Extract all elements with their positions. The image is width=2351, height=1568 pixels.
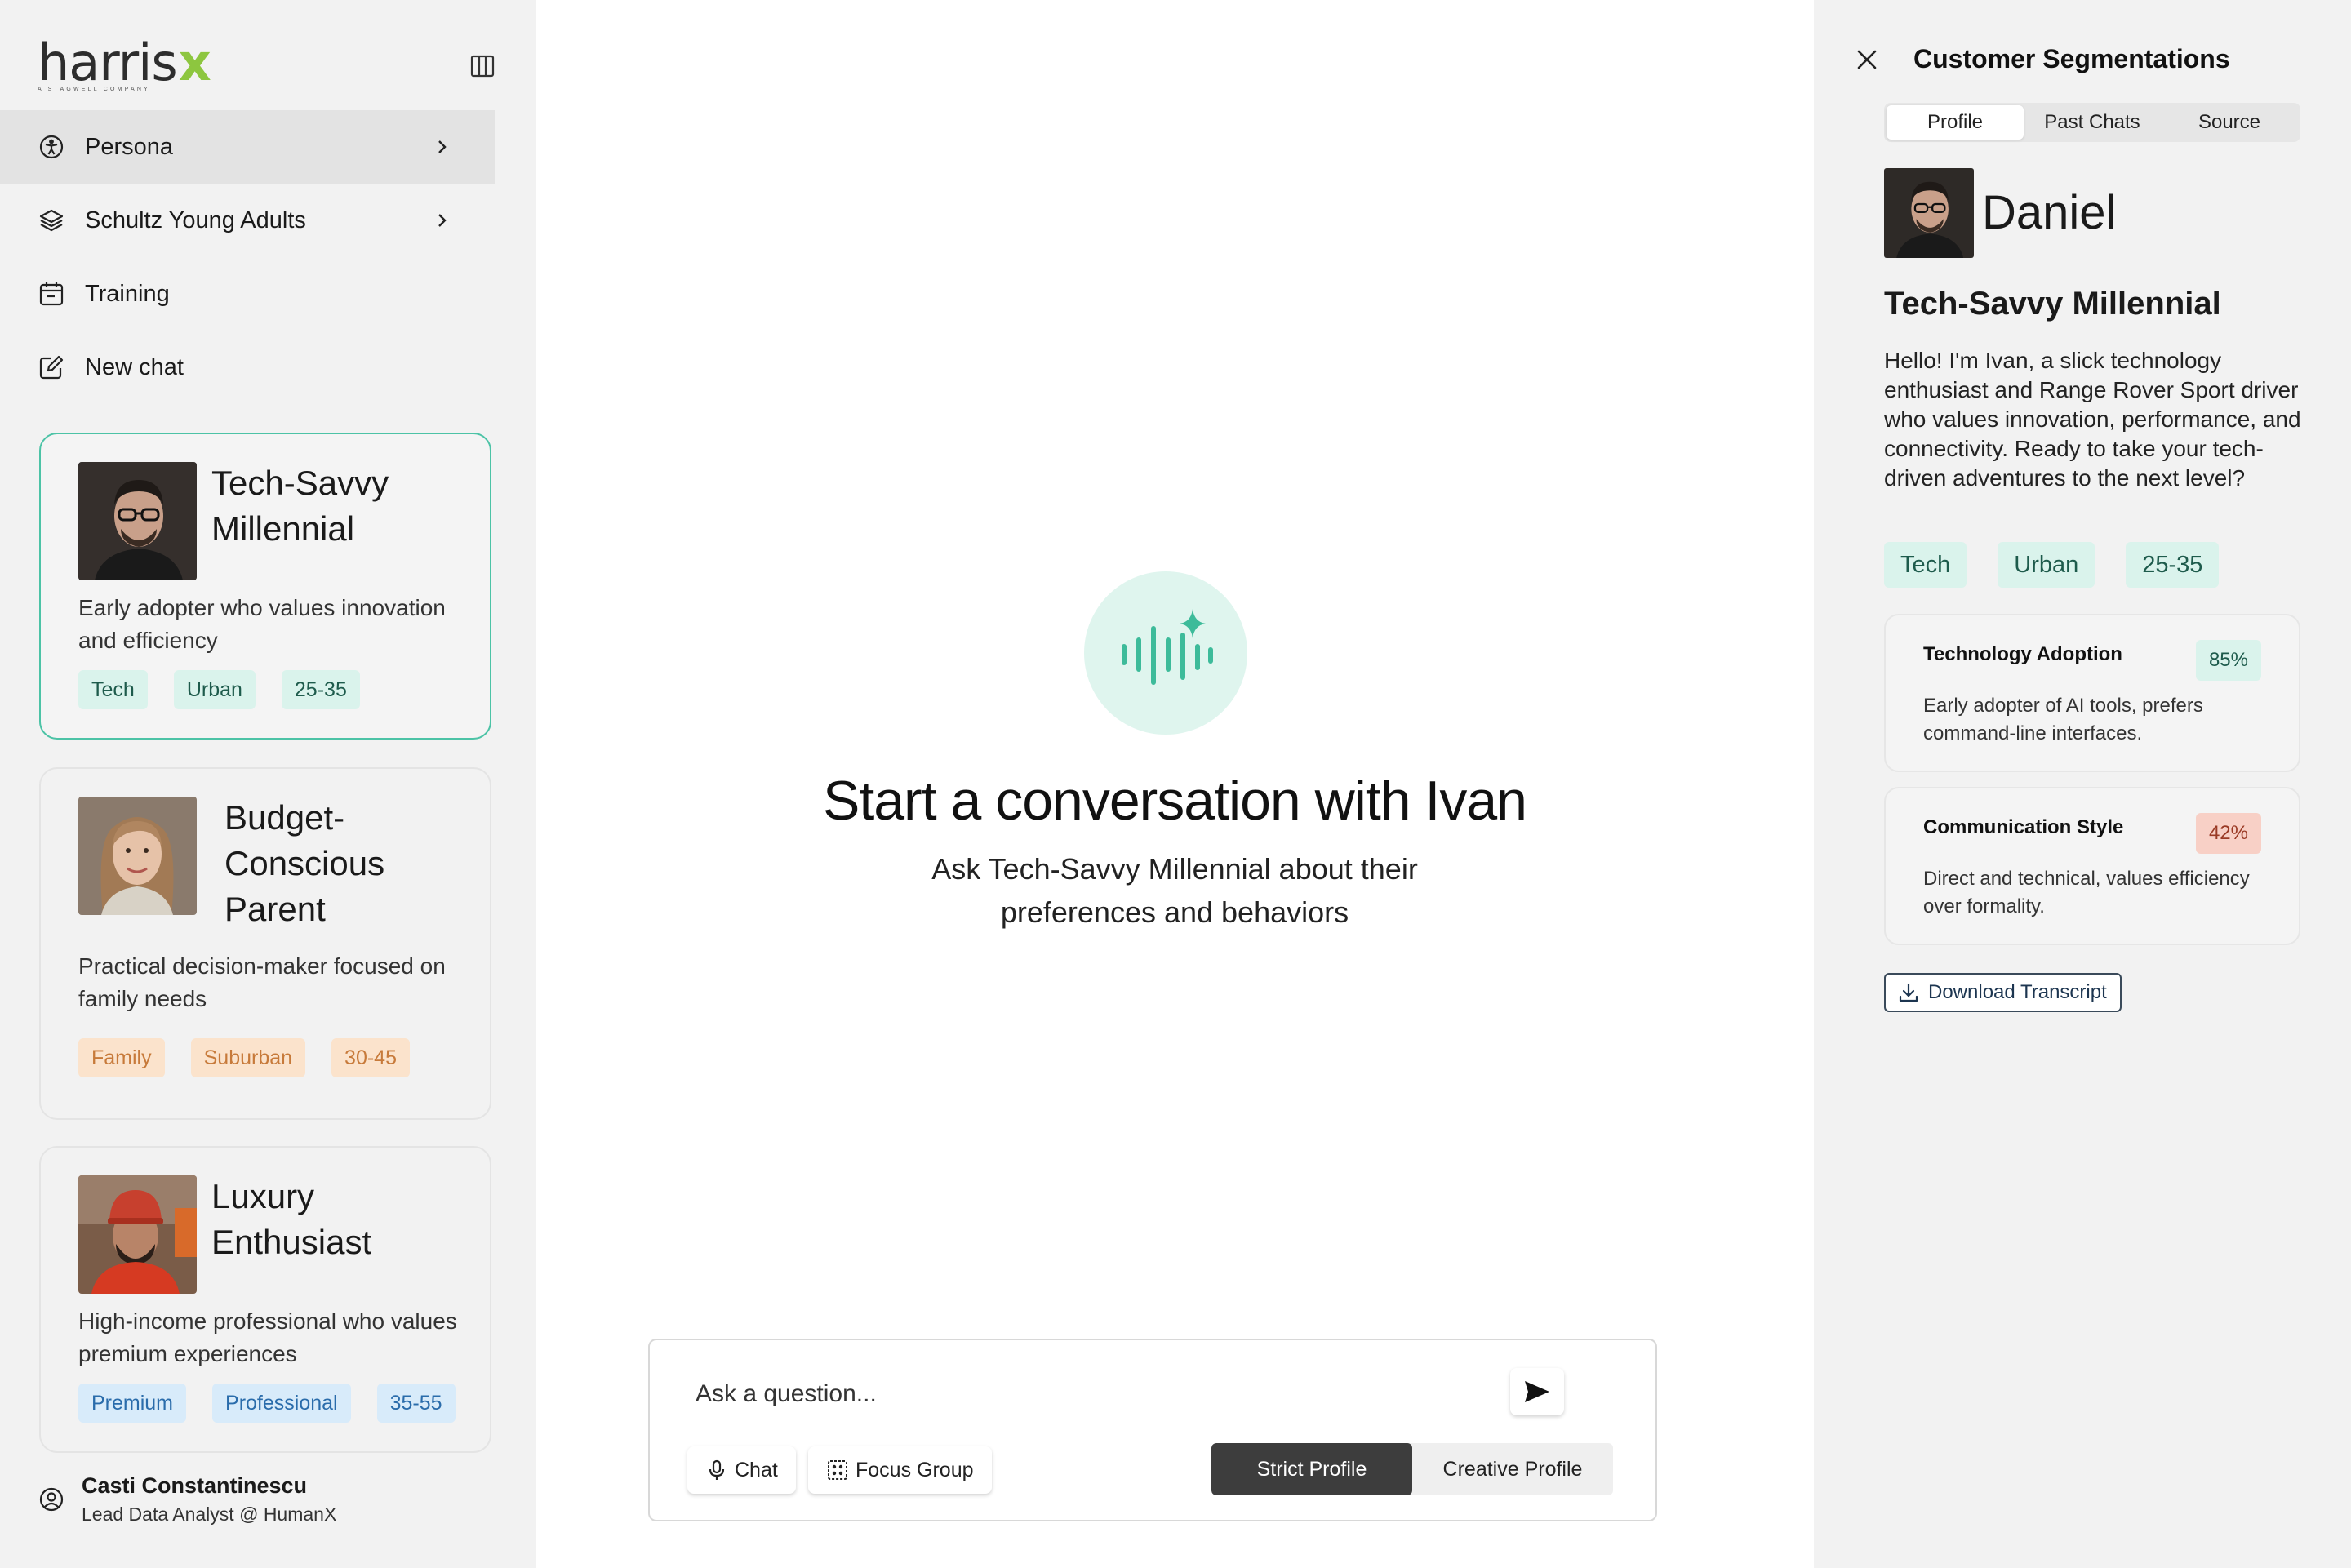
- persona-card-budget-conscious-parent[interactable]: Budget- Conscious Parent Practical decis…: [39, 767, 491, 1120]
- sidebar-item-training[interactable]: Training: [0, 257, 495, 331]
- persona-title: Budget- Conscious Parent: [224, 798, 385, 928]
- user-profile[interactable]: Casti Constantinescu Lead Data Analyst @…: [38, 1471, 336, 1528]
- persona-tags: Premium Professional 35-55: [78, 1384, 490, 1423]
- layers-icon: [38, 207, 65, 234]
- profile-name: Daniel: [1982, 186, 2117, 239]
- metric-value-badge: 42%: [2195, 813, 2261, 854]
- logo-text: harris: [38, 33, 178, 92]
- sidebar-panel-icon: [470, 55, 495, 78]
- persona-photo: [78, 1175, 197, 1294]
- sidebar-item-label: New chat: [85, 353, 184, 380]
- persona-title: Luxury Enthusiast: [211, 1177, 372, 1261]
- persona-tag: 30-45: [331, 1038, 410, 1077]
- tab-source[interactable]: Source: [2161, 105, 2298, 140]
- profile-persona-title: Tech-Savvy Millennial: [1884, 286, 2221, 322]
- chat-mode-button[interactable]: Chat: [687, 1446, 796, 1494]
- customer-segmentation-panel: Customer Segmentations Profile Past Chat…: [1814, 0, 2351, 1568]
- persona-tag: Urban: [173, 670, 256, 709]
- sidebar-item-persona[interactable]: Persona: [0, 110, 495, 184]
- download-icon: [1897, 981, 1920, 1004]
- metric-card-technology-adoption: Technology Adoption 85% Early adopter of…: [1884, 614, 2300, 772]
- creative-profile-option[interactable]: Creative Profile: [1412, 1443, 1613, 1495]
- logo-x: x: [178, 33, 211, 92]
- edit-icon: [38, 353, 65, 381]
- persona-description: Practical decision-maker focused on fami…: [78, 953, 446, 1011]
- persona-tag: Professional: [212, 1384, 351, 1423]
- user-circle-icon: [38, 1486, 65, 1513]
- download-transcript-button[interactable]: Download Transcript: [1884, 973, 2122, 1012]
- profile-tag: Urban: [1998, 542, 2095, 588]
- profile-bio: Hello! I'm Ivan, a slick technology enth…: [1884, 348, 2301, 491]
- sidebar-nav: Persona Schultz Young Adults Training Ne…: [0, 110, 495, 404]
- conversation-title: Start a conversation with Ivan: [822, 770, 1527, 832]
- question-input[interactable]: [696, 1378, 1495, 1410]
- profile-tag: Tech: [1884, 542, 1967, 588]
- sidebar-toggle-button[interactable]: [467, 52, 498, 80]
- sidebar-item-label: Schultz Young Adults: [85, 207, 306, 233]
- close-icon: [1857, 50, 1877, 69]
- panel-title: Customer Segmentations: [1913, 44, 2230, 73]
- persona-tag: Tech: [78, 670, 148, 709]
- profile-mode-toggle: Strict Profile Creative Profile: [1211, 1443, 1613, 1495]
- metric-description: Direct and technical, values efficiency …: [1923, 868, 2250, 917]
- panel-tabs: Profile Past Chats Source: [1884, 103, 2300, 142]
- persona-tag: Family: [78, 1038, 165, 1077]
- calendar-icon: [38, 280, 65, 308]
- app-root: harris x A STAGWELL COMPANY Persona Schu…: [0, 0, 2351, 1568]
- persona-tag: 35-55: [376, 1384, 456, 1423]
- tab-profile[interactable]: Profile: [1887, 105, 2024, 140]
- persona-description: Early adopter who values innovation and …: [78, 595, 446, 653]
- persona-tags: Tech Urban 25-35: [78, 670, 490, 709]
- metric-value-badge: 85%: [2195, 640, 2261, 681]
- focus-group-button[interactable]: Focus Group: [808, 1446, 992, 1494]
- harrisx-logo[interactable]: harris x A STAGWELL COMPANY: [38, 33, 211, 95]
- download-transcript-label: Download Transcript: [1928, 981, 2107, 1003]
- conversation-subtitle: Ask Tech-Savvy Millennial about their pr…: [931, 852, 1418, 929]
- chat-mode-label: Chat: [735, 1458, 778, 1481]
- grid-dots-icon: [826, 1459, 849, 1481]
- sidebar-item-label: Persona: [85, 133, 174, 160]
- main-chat-area: Start a conversation with Ivan Ask Tech-…: [536, 0, 1814, 1568]
- persona-card-tech-savvy-millennial[interactable]: Tech-Savvy Millennial Early adopter who …: [39, 433, 491, 740]
- persona-photo: [78, 797, 197, 915]
- chevron-right-icon: [429, 135, 454, 159]
- persona-tag: Premium: [78, 1384, 187, 1423]
- send-button[interactable]: [1510, 1368, 1564, 1415]
- persona-card-luxury-enthusiast[interactable]: Luxury Enthusiast High-income profession…: [39, 1146, 491, 1453]
- microphone-icon: [705, 1459, 728, 1481]
- focus-group-label: Focus Group: [856, 1458, 974, 1481]
- persona-title: Tech-Savvy Millennial: [211, 464, 389, 548]
- accessibility-icon: [38, 133, 65, 161]
- persona-tag: 25-35: [281, 670, 360, 709]
- voice-ai-icon: [1084, 571, 1247, 735]
- persona-tag: Suburban: [190, 1038, 306, 1077]
- metric-description: Early adopter of AI tools, prefers comma…: [1923, 695, 2203, 744]
- sidebar-item-label: Training: [85, 280, 170, 307]
- user-role: Lead Data Analyst @ HumanX: [82, 1504, 337, 1525]
- metric-card-communication-style: Communication Style 42% Direct and techn…: [1884, 787, 2300, 945]
- profile-tags: Tech Urban 25-35: [1884, 542, 2220, 588]
- chat-composer: Chat Focus Group Strict Profile Creative…: [648, 1339, 1657, 1521]
- sidebar-item-new-chat[interactable]: New chat: [0, 331, 495, 404]
- persona-photo: [78, 462, 197, 580]
- close-panel-button[interactable]: [1853, 46, 1881, 73]
- tab-past-chats[interactable]: Past Chats: [2024, 105, 2161, 140]
- chevron-right-icon: [429, 208, 454, 233]
- persona-description: High-income professional who values prem…: [78, 1308, 457, 1366]
- sidebar-item-schultz-young-adults[interactable]: Schultz Young Adults: [0, 184, 495, 257]
- profile-tag: 25-35: [2126, 542, 2220, 588]
- profile-photo: [1884, 168, 1974, 258]
- left-sidebar: harris x A STAGWELL COMPANY Persona Schu…: [0, 0, 536, 1568]
- send-icon: [1525, 1381, 1549, 1402]
- user-name: Casti Constantinescu: [82, 1473, 308, 1498]
- persona-tags: Family Suburban 30-45: [78, 1038, 490, 1077]
- strict-profile-option[interactable]: Strict Profile: [1211, 1443, 1412, 1495]
